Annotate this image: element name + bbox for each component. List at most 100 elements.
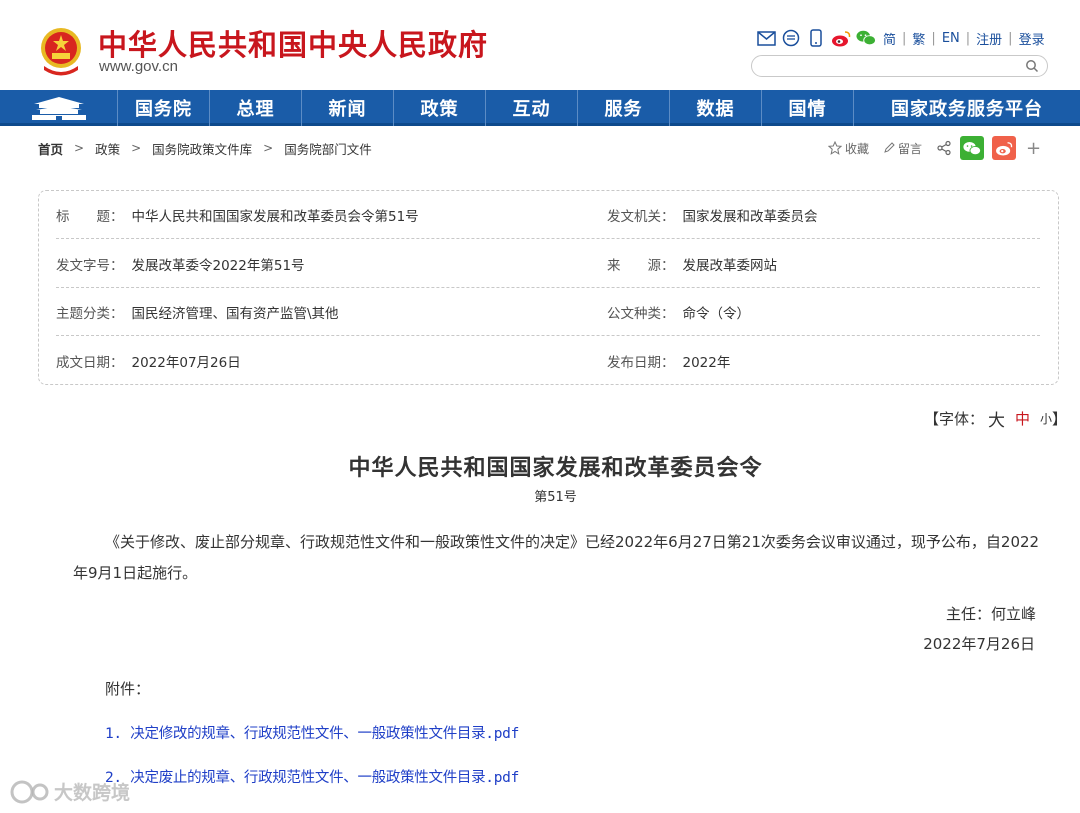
- document-info-table: 标 题： 中华人民共和国国家发展和改革委员会令第51号 发文机关： 国家发展和改…: [38, 190, 1059, 385]
- weibo-icon: [996, 141, 1013, 156]
- nav-home[interactable]: [0, 90, 118, 126]
- font-size-large-button[interactable]: 大: [988, 406, 1005, 431]
- comment-button[interactable]: 留言: [883, 140, 922, 157]
- chevron-right-icon: >: [74, 141, 85, 155]
- info-value: 国民经济管理、国有资产监管\其他: [131, 306, 339, 322]
- watermark: 大数跨境: [10, 778, 130, 805]
- nav-item-premier[interactable]: 总理: [210, 90, 302, 126]
- info-cell-issuer: 发文机关： 国家发展和改革委员会: [607, 191, 818, 239]
- share-bar: 收藏 留言 +: [828, 136, 1041, 160]
- site-url[interactable]: www.gov.cn: [99, 58, 178, 75]
- language-links: 简 | 繁 | EN | 注册 | 登录: [883, 29, 1045, 48]
- login-link[interactable]: 登录: [1019, 29, 1045, 48]
- info-value: 2022年: [682, 355, 731, 371]
- sign-date: 2022年7月26日: [923, 635, 1035, 653]
- info-value: 2022年07月26日: [131, 355, 241, 371]
- info-value: 国家发展和改革委员会: [682, 209, 818, 225]
- breadcrumb-department-docs[interactable]: 国务院部门文件: [284, 139, 372, 158]
- main-nav: 国务院 总理 新闻 政策 互动 服务 数据 国情 国家政务服务平台: [0, 90, 1080, 126]
- font-size-control: 【字体： 大 中 小 】: [924, 406, 1067, 431]
- attachment-link-1[interactable]: 1. 决定修改的规章、行政规范性文件、一般政策性文件目录.pdf: [105, 722, 519, 743]
- breadcrumb: 首页 > 政策 > 国务院政策文件库 > 国务院部门文件: [38, 139, 372, 157]
- article-title: 中华人民共和国国家发展和改革委员会令: [348, 456, 763, 481]
- top-tools: 简 | 繁 | EN | 注册 | 登录: [756, 27, 1045, 49]
- attachment-label: 附件：: [105, 680, 151, 698]
- attachment-link-2[interactable]: 2. 决定废止的规章、行政规范性文件、一般政策性文件目录.pdf: [105, 766, 519, 787]
- info-cell-publish-date: 发布日期： 2022年: [607, 337, 730, 385]
- favorite-button[interactable]: 收藏: [828, 140, 869, 157]
- breadcrumb-home[interactable]: 首页: [38, 139, 63, 158]
- plus-icon[interactable]: +: [1026, 138, 1041, 159]
- font-size-medium-button[interactable]: 中: [1015, 408, 1030, 429]
- font-size-close-bracket: 】: [1052, 410, 1068, 428]
- separator: |: [902, 30, 907, 46]
- lang-traditional[interactable]: 繁: [912, 29, 925, 48]
- chevron-right-icon: >: [263, 141, 274, 155]
- info-cell-source: 来 源： 发展改革委网站: [607, 240, 777, 288]
- register-link[interactable]: 注册: [976, 29, 1002, 48]
- search-box: [751, 55, 1048, 77]
- lang-english[interactable]: EN: [942, 31, 960, 46]
- nav-item-national-info[interactable]: 国情: [762, 90, 854, 126]
- separator: |: [1008, 30, 1013, 46]
- watermark-logo-icon: [10, 780, 49, 803]
- tiananmen-icon: [31, 97, 86, 120]
- info-label: 发文机关：: [607, 209, 675, 225]
- search-input[interactable]: [762, 57, 1022, 77]
- info-label: 标 题：: [56, 209, 124, 225]
- watermark-text: 大数跨境: [54, 782, 131, 804]
- nav-item-data[interactable]: 数据: [670, 90, 762, 126]
- info-cell-title: 标 题： 中华人民共和国国家发展和改革委员会令第51号: [56, 191, 419, 239]
- info-value: 中华人民共和国国家发展和改革委员会令第51号: [131, 209, 419, 225]
- info-cell-topic: 主题分类： 国民经济管理、国有资产监管\其他: [56, 288, 339, 336]
- info-row: 发文字号： 发展改革委令2022年第51号 来 源： 发展改革委网站: [56, 240, 1040, 288]
- font-size-small-button[interactable]: 小: [1040, 410, 1052, 427]
- breadcrumb-policy-library[interactable]: 国务院政策文件库: [152, 139, 252, 158]
- info-label: 主题分类：: [56, 306, 124, 322]
- national-emblem-icon[interactable]: [38, 26, 84, 76]
- message-icon[interactable]: [781, 28, 801, 48]
- article-body: 《关于修改、废止部分规章、行政规范性文件和一般政策性文件的决定》已经2022年6…: [73, 533, 1040, 582]
- favorite-label: 收藏: [845, 141, 870, 156]
- nav-item-service[interactable]: 服务: [578, 90, 670, 126]
- nav-item-interaction[interactable]: 互动: [486, 90, 578, 126]
- signer: 主任：何立峰: [945, 605, 1036, 623]
- email-icon[interactable]: [756, 28, 776, 48]
- nav-item-policy[interactable]: 政策: [394, 90, 486, 126]
- font-size-label: 【字体：: [924, 410, 985, 428]
- share-button[interactable]: [936, 140, 952, 156]
- nav-item-news[interactable]: 新闻: [302, 90, 394, 126]
- info-cell-docno: 发文字号： 发展改革委令2022年第51号: [56, 240, 305, 288]
- wechat-icon: [963, 141, 982, 155]
- breadcrumb-policy[interactable]: 政策: [95, 139, 120, 158]
- separator: |: [965, 30, 971, 46]
- info-row: 主题分类： 国民经济管理、国有资产监管\其他 公文种类： 命令（令）: [56, 288, 1040, 336]
- chevron-right-icon: >: [131, 141, 142, 155]
- lang-simplified[interactable]: 简: [883, 29, 896, 48]
- info-label: 成文日期：: [56, 355, 124, 371]
- pen-icon: [884, 142, 895, 153]
- weibo-icon[interactable]: [831, 28, 851, 48]
- star-icon: [828, 141, 842, 155]
- info-row: 标 题： 中华人民共和国国家发展和改革委员会令第51号 发文机关： 国家发展和改…: [56, 191, 1040, 239]
- nav-item-gov-service-platform[interactable]: 国家政务服务平台: [854, 90, 1080, 126]
- article-number: 第51号: [534, 490, 577, 505]
- nav-item-state-council[interactable]: 国务院: [118, 90, 210, 126]
- info-value: 发展改革委网站: [682, 258, 778, 274]
- share-icon: [937, 140, 951, 156]
- info-row: 成文日期： 2022年07月26日 发布日期： 2022年: [56, 337, 1040, 385]
- comment-label: 留言: [898, 141, 923, 156]
- separator: |: [931, 30, 936, 46]
- info-label: 来 源：: [607, 258, 675, 274]
- search-icon[interactable]: [1025, 59, 1039, 73]
- info-label: 发文字号：: [56, 258, 124, 274]
- info-label: 公文种类：: [607, 306, 675, 322]
- wechat-icon[interactable]: [856, 28, 876, 48]
- info-cell-doc-type: 公文种类： 命令（令）: [607, 288, 750, 336]
- info-value: 命令（令）: [682, 306, 751, 322]
- mobile-icon[interactable]: [806, 28, 826, 48]
- share-wechat-button[interactable]: [960, 136, 985, 160]
- share-weibo-button[interactable]: [992, 136, 1017, 160]
- info-cell-written-date: 成文日期： 2022年07月26日: [56, 337, 241, 385]
- info-label: 发布日期：: [607, 355, 675, 371]
